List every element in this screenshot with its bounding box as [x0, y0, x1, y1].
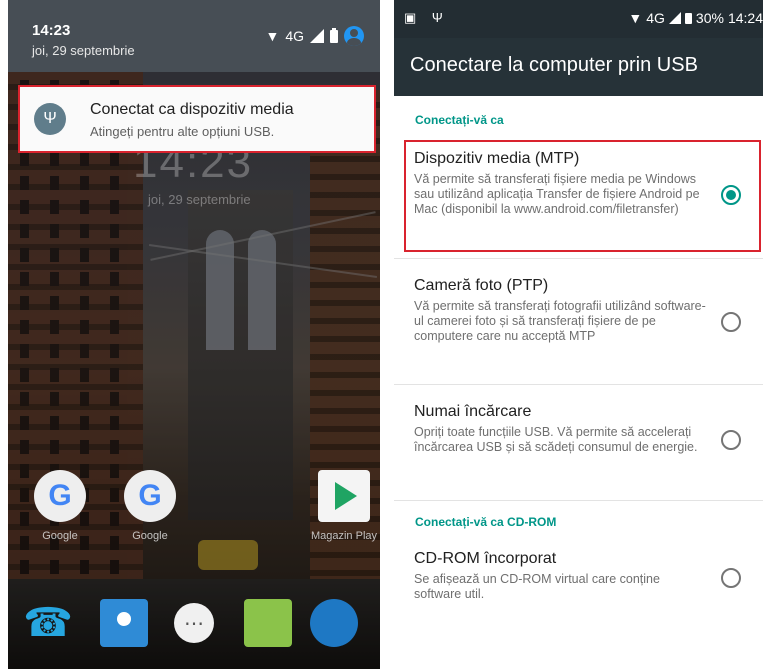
signal-icon	[310, 29, 324, 43]
option-title: Cameră foto (PTP)	[414, 277, 549, 294]
radio-charge-only[interactable]	[721, 430, 741, 450]
google-icon: G	[34, 470, 86, 522]
battery-icon	[330, 27, 338, 43]
option-charge-only[interactable]: Numai încărcare Opriți toate funcțiile U…	[394, 403, 763, 483]
option-ptp[interactable]: Cameră foto (PTP) Vă permite să transfer…	[394, 277, 763, 377]
divider	[394, 500, 763, 501]
radio-cdrom[interactable]	[721, 568, 741, 588]
notification-subtitle: Atingeți pentru alte opțiuni USB.	[90, 124, 275, 139]
lockscreen-panel: 14:23 joi, 29 septembrie 14:23 joi, 29 s…	[8, 0, 380, 669]
notification-shade-header: 14:23 joi, 29 septembrie ▼ 4G	[8, 0, 380, 72]
app-bar: Conectare la computer prin USB	[394, 38, 763, 96]
notification-title: Conectat ca dispozitiv media	[90, 101, 294, 118]
app-google-1[interactable]: G Google	[30, 470, 90, 542]
app-label: Google	[132, 530, 168, 542]
signal-icon	[668, 12, 681, 24]
option-description: Se afișează un CD-ROM virtual care conți…	[414, 572, 660, 601]
app-google-2[interactable]: G Google	[120, 470, 180, 542]
app-drawer-icon[interactable]: ⋯	[174, 603, 214, 643]
status-left-icons: ▣ Ψ	[404, 10, 449, 25]
network-type: 4G	[285, 28, 304, 44]
radio-mtp[interactable]	[721, 185, 741, 205]
google-icon: G	[124, 470, 176, 522]
option-description: Vă permite să transferați fișiere media …	[414, 172, 700, 216]
wifi-icon: ▼	[628, 10, 643, 26]
network-type: 4G	[646, 10, 665, 26]
section-header-connect-cdrom: Conectați-vă ca CD-ROM	[415, 515, 557, 529]
lockscreen-date: joi, 29 septembrie	[148, 192, 251, 207]
battery-percent: 30%	[695, 10, 724, 26]
wifi-icon: ▼	[265, 28, 280, 44]
divider	[394, 258, 763, 259]
status-time: 14:23	[32, 22, 71, 39]
browser-icon[interactable]	[310, 599, 358, 647]
status-icons: ▼ 4G	[265, 26, 364, 46]
option-title: Dispozitiv media (MTP)	[414, 150, 580, 167]
app-play-store[interactable]: Magazin Play	[308, 470, 380, 542]
user-avatar-icon[interactable]	[344, 26, 364, 46]
option-description: Vă permite să transferați fotografii uti…	[414, 299, 706, 343]
option-title: Numai încărcare	[414, 403, 532, 420]
app-label: Magazin Play	[310, 530, 378, 542]
play-store-icon	[318, 470, 370, 522]
app-label: Google	[42, 530, 78, 542]
option-title: CD-ROM încorporat	[414, 550, 557, 567]
usb-icon: Ψ	[34, 103, 66, 135]
status-date: joi, 29 septembrie	[32, 43, 135, 58]
status-right: ▼ 4G 30% 14:24	[628, 10, 763, 26]
dock: ☎ ⋯	[8, 599, 380, 659]
section-header-connect-as: Conectați-vă ca	[415, 113, 504, 127]
usb-notification[interactable]: Ψ Conectat ca dispozitiv media Atingeți …	[18, 85, 376, 153]
usb-settings-panel: ▣ Ψ ▼ 4G 30% 14:24 Conectare la computer…	[394, 0, 763, 669]
contacts-icon[interactable]	[100, 599, 148, 647]
phone-icon[interactable]: ☎	[23, 599, 73, 647]
messages-icon[interactable]	[244, 599, 292, 647]
status-bar: ▣ Ψ ▼ 4G 30% 14:24	[394, 0, 763, 38]
option-description: Opriți toate funcțiile USB. Vă permite s…	[414, 425, 698, 454]
divider	[394, 384, 763, 385]
battery-icon	[684, 12, 692, 24]
status-time: 14:24	[727, 10, 763, 26]
option-mtp[interactable]: Dispozitiv media (MTP) Vă permite să tra…	[394, 150, 763, 250]
radio-ptp[interactable]	[721, 312, 741, 332]
option-cdrom[interactable]: CD-ROM încorporat Se afișează un CD-ROM …	[394, 550, 763, 610]
page-title: Conectare la computer prin USB	[410, 54, 698, 76]
